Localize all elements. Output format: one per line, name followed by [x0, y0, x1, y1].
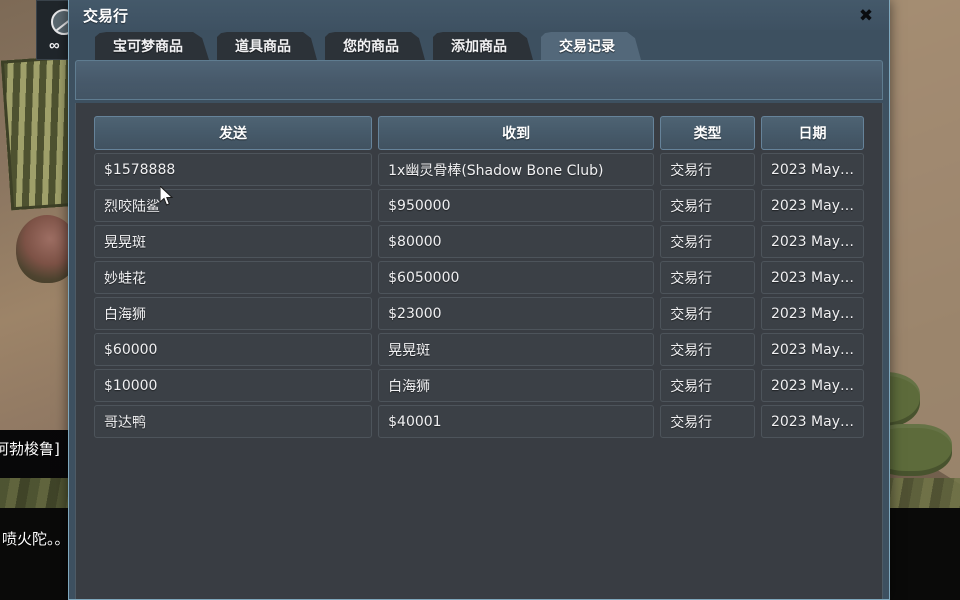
cell-send: 晃晃斑	[94, 225, 373, 258]
cell-receive: $950000	[378, 189, 655, 222]
table-row[interactable]: 烈咬陆鲨 $950000 交易行 2023 May 17	[94, 189, 864, 222]
cell-send: 白海狮	[94, 297, 373, 330]
cell-date: 2023 May 17	[760, 261, 864, 294]
column-header-date[interactable]: 日期	[760, 116, 864, 150]
cell-date: 2023 May 17	[760, 297, 864, 330]
cell-send: 烈咬陆鲨	[94, 189, 373, 222]
cell-type: 交易行	[660, 261, 755, 294]
cell-send: 哥达鸭	[94, 405, 373, 438]
close-icon[interactable]: ✖	[857, 6, 875, 24]
tab-add-goods[interactable]: 添加商品	[433, 32, 533, 60]
table-header-row: 发送 收到 类型 日期	[94, 116, 864, 150]
cell-type: 交易行	[660, 405, 755, 438]
tab-item-goods[interactable]: 道具商品	[217, 32, 317, 60]
cell-receive: 白海狮	[378, 369, 655, 402]
cell-type: 交易行	[660, 297, 755, 330]
cell-date: 2023 May 17	[760, 189, 864, 222]
table-row[interactable]: $1578888 1x幽灵骨棒(Shadow Bone Club) 交易行 2023 …	[94, 153, 864, 186]
table-row[interactable]: 妙蛙花 $6050000 交易行 2023 May 17	[94, 261, 864, 294]
cell-date: 2023 May 17	[760, 225, 864, 258]
table-row[interactable]: 白海狮 $23000 交易行 2023 May 17	[94, 297, 864, 330]
table-row[interactable]: 哥达鸭 $40001 交易行 2023 May 17	[94, 405, 864, 438]
tab-strip: 宝可梦商品 道具商品 您的商品 添加商品 交易记录	[69, 30, 889, 60]
cell-type: 交易行	[660, 225, 755, 258]
cell-receive: 1x幽灵骨棒(Shadow Bone Club)	[378, 153, 655, 186]
table-row[interactable]: $60000 晃晃斑 交易行 2023 May 17	[94, 333, 864, 366]
cell-receive: $80000	[378, 225, 655, 258]
column-header-type[interactable]: 类型	[660, 116, 755, 150]
trade-house-dialog: 交易行 ✖ 宝可梦商品 道具商品 您的商品 添加商品 交易记录 发送 收到 类型	[68, 0, 890, 600]
screen-root: 阿勃梭鲁] 喷火陀。。 ∞ 交易行 ✖ 宝可梦商品 道具商品 您的商品 添加商品…	[0, 0, 960, 600]
cell-type: 交易行	[660, 369, 755, 402]
cell-type: 交易行	[660, 189, 755, 222]
dialog-title-bar: 交易行 ✖	[69, 0, 889, 30]
tab-trade-records[interactable]: 交易记录	[541, 32, 641, 60]
column-header-send[interactable]: 发送	[94, 116, 373, 150]
cell-send: $1578888	[94, 153, 373, 186]
tab-pokemon-goods[interactable]: 宝可梦商品	[95, 32, 209, 60]
toolbar-bar	[75, 60, 883, 100]
cell-receive: $40001	[378, 405, 655, 438]
tab-your-goods[interactable]: 您的商品	[325, 32, 425, 60]
table-row[interactable]: 晃晃斑 $80000 交易行 2023 May 17	[94, 225, 864, 258]
chat-line: 阿勃梭鲁]	[0, 440, 60, 458]
window-title: 交易行	[83, 6, 129, 25]
cell-date: 2023 May 17	[760, 333, 864, 366]
cell-receive: $23000	[378, 297, 655, 330]
trade-records-panel: 发送 收到 类型 日期 $1578888 1x幽灵骨棒(Shadow Bone C…	[75, 103, 883, 599]
cell-receive: $6050000	[378, 261, 655, 294]
infinity-label: ∞	[49, 37, 60, 54]
cell-date: 2023 May 17	[760, 369, 864, 402]
cell-receive: 晃晃斑	[378, 333, 655, 366]
table-body: $1578888 1x幽灵骨棒(Shadow Bone Club) 交易行 2023 …	[94, 153, 864, 438]
chat-line: 喷火陀。。	[2, 530, 70, 548]
table-row[interactable]: $10000 白海狮 交易行 2023 May 17	[94, 369, 864, 402]
cell-date: 2023 May 17	[760, 153, 864, 186]
cell-send: 妙蛙花	[94, 261, 373, 294]
cell-date: 2023 May 17	[760, 405, 864, 438]
column-header-receive[interactable]: 收到	[378, 116, 655, 150]
cell-type: 交易行	[660, 333, 755, 366]
cell-send: $10000	[94, 369, 373, 402]
cell-type: 交易行	[660, 153, 755, 186]
cell-send: $60000	[94, 333, 373, 366]
trade-records-table: 发送 收到 类型 日期 $1578888 1x幽灵骨棒(Shadow Bone C…	[88, 113, 870, 441]
